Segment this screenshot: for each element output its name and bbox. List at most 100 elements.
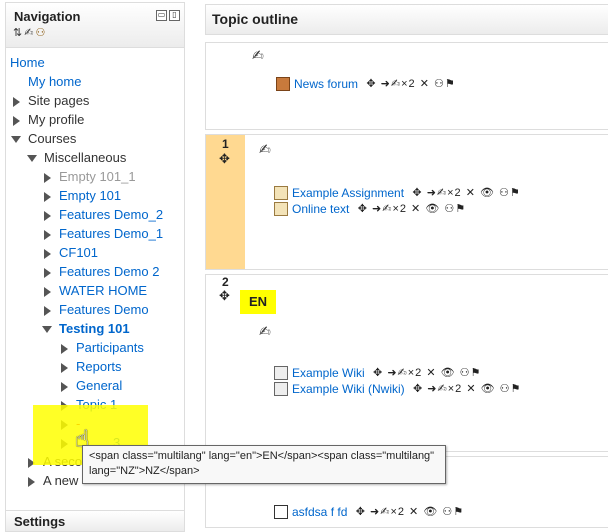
nav-item-courses[interactable]: Courses [11, 129, 76, 148]
edit-block-icon[interactable]: ✍ [24, 27, 33, 39]
activity-link[interactable]: Example Wiki [292, 366, 365, 380]
section-language-badge: EN [240, 290, 276, 314]
nav-item-testing-101[interactable]: Testing 101 [42, 319, 130, 338]
section-1: 1 ✥ ✍ Example Assignment ✥ ➜✍×2 ✕ 👁 ⚇⚑ O… [205, 134, 608, 270]
topic-outline-header: Topic outline [205, 4, 608, 35]
nav-link[interactable]: A new [43, 473, 78, 488]
expand-icon [44, 248, 51, 259]
nav-item-reports[interactable]: Reports [61, 357, 122, 376]
nav-item-features-demo-2-underscore[interactable]: Features Demo_2 [44, 205, 163, 224]
nav-link[interactable]: Features Demo 2 [59, 264, 159, 279]
nav-item-features-demo[interactable]: Features Demo [44, 300, 149, 319]
nav-item-general[interactable]: General [61, 376, 122, 395]
edit-summary-icon[interactable]: ✍ [259, 141, 271, 158]
activity-link[interactable]: Example Assignment [292, 186, 404, 200]
activity-link[interactable]: News forum [294, 77, 358, 91]
activity-link[interactable]: Online text [292, 202, 349, 216]
activity-link[interactable]: Example Wiki (Nwiki) [292, 382, 405, 396]
nav-item-my-profile[interactable]: My profile [13, 110, 84, 129]
nav-link[interactable]: Participants [76, 340, 144, 355]
nav-link[interactable]: Features Demo_2 [59, 207, 163, 222]
hide-icon[interactable]: ▯ [169, 10, 180, 21]
activity-example-assignment: Example Assignment ✥ ➜✍×2 ✕ 👁 ⚇⚑ [274, 184, 521, 200]
nav-item-home[interactable]: Home [10, 53, 45, 72]
edit-icon[interactable]: ✍ [380, 506, 390, 518]
delete-icon[interactable]: ✕ [411, 203, 421, 215]
delete-icon[interactable]: ✕ [466, 187, 476, 199]
edit-summary-icon[interactable]: ✍ [259, 323, 271, 340]
move-icon[interactable]: ✥ [412, 187, 422, 199]
move-icon[interactable]: ✥ [356, 506, 366, 518]
hide-eye-icon[interactable]: 👁 [425, 203, 440, 215]
groups-count: ×2 [390, 505, 405, 518]
edit-icon[interactable]: ✍ [391, 78, 401, 90]
nav-link[interactable]: Empty 101_1 [59, 169, 136, 184]
nav-item-a-new[interactable]: A new [28, 471, 78, 490]
edit-icon[interactable]: ✍ [437, 187, 447, 199]
nav-link[interactable]: My home [28, 74, 81, 89]
expand-icon [13, 96, 20, 107]
move-section-icon[interactable]: ✥ [219, 288, 230, 304]
roles-icon[interactable]: ⚇⚑ [500, 383, 522, 395]
assign-roles-icon[interactable]: ⚇ [35, 27, 45, 39]
nav-item-my-home[interactable]: My home [28, 72, 81, 91]
activity-tools: ✥ ➜✍×2 ✕ ⚇⚑ [366, 76, 455, 92]
roles-icon[interactable]: ⚇⚑ [460, 367, 482, 379]
move-block-icon[interactable]: ⇅ [13, 27, 22, 39]
move-icon[interactable]: ✥ [366, 78, 376, 90]
delete-icon[interactable]: ✕ [426, 367, 436, 379]
roles-icon[interactable]: ⚇⚑ [444, 203, 466, 215]
nav-link[interactable]: CF101 [59, 245, 98, 260]
nav-item-cf101[interactable]: CF101 [44, 243, 98, 262]
roles-icon[interactable]: ⚇⚑ [442, 506, 464, 518]
edit-icon[interactable]: ✍ [382, 203, 392, 215]
indent-icon[interactable]: ➜ [427, 383, 437, 395]
activity-news-forum: News forum ✥ ➜✍×2 ✕ ⚇⚑ [276, 75, 456, 91]
hide-eye-icon[interactable]: 👁 [480, 187, 495, 199]
nav-item-empty-101[interactable]: Empty 101 [44, 186, 121, 205]
roles-icon[interactable]: ⚇⚑ [499, 187, 521, 199]
delete-icon[interactable]: ✕ [420, 78, 430, 90]
collapse-icon [11, 136, 21, 144]
nav-item-empty-101-1[interactable]: Empty 101_1 [44, 167, 136, 186]
nav-link[interactable]: Reports [76, 359, 122, 374]
hide-eye-icon[interactable]: 👁 [481, 383, 496, 395]
move-icon[interactable]: ✥ [413, 383, 423, 395]
nav-label: Miscellaneous [44, 150, 127, 165]
nav-item-miscellaneous[interactable]: Miscellaneous [27, 148, 126, 167]
nav-link[interactable]: Features Demo_1 [59, 226, 163, 241]
nav-link[interactable]: WATER HOME [59, 283, 147, 298]
wiki-icon [274, 365, 288, 380]
nav-link[interactable]: Features Demo [59, 302, 149, 317]
nav-item-features-demo-2[interactable]: Features Demo 2 [44, 262, 159, 281]
indent-icon[interactable]: ➜ [387, 367, 397, 379]
roles-icon[interactable]: ⚇⚑ [434, 78, 456, 90]
indent-icon[interactable]: ➜ [372, 203, 382, 215]
nav-item-participants[interactable]: Participants [61, 338, 144, 357]
delete-icon[interactable]: ✕ [466, 383, 476, 395]
activity-tools: ✥ ➜✍×2 ✕ 👁 ⚇⚑ [358, 201, 466, 217]
expand-icon [44, 172, 51, 183]
indent-icon[interactable]: ➜ [370, 506, 380, 518]
indent-icon[interactable]: ➜ [381, 78, 391, 90]
move-icon[interactable]: ✥ [358, 203, 368, 215]
nav-item-features-demo-1[interactable]: Features Demo_1 [44, 224, 163, 243]
hide-eye-icon[interactable]: 👁 [441, 367, 456, 379]
nav-item-site-pages[interactable]: Site pages [13, 91, 89, 110]
dock-icon[interactable]: ▭ [156, 10, 167, 21]
nav-link[interactable]: Home [10, 55, 45, 70]
indent-icon[interactable]: ➜ [427, 187, 437, 199]
edit-summary-icon[interactable]: ✍ [252, 47, 264, 64]
nav-link[interactable]: General [76, 378, 122, 393]
nav-item-water-home[interactable]: WATER HOME [44, 281, 147, 300]
activity-link[interactable]: asfdsa f fd [292, 505, 347, 519]
move-section-icon[interactable]: ✥ [219, 151, 230, 167]
edit-icon[interactable]: ✍ [398, 367, 408, 379]
nav-link[interactable]: Empty 101 [59, 188, 121, 203]
hide-eye-icon[interactable]: 👁 [423, 506, 438, 518]
nav-link[interactable]: Testing 101 [59, 321, 130, 336]
edit-icon[interactable]: ✍ [438, 383, 448, 395]
move-icon[interactable]: ✥ [373, 367, 383, 379]
groups-count: ×2 [407, 366, 423, 379]
delete-icon[interactable]: ✕ [409, 506, 419, 518]
